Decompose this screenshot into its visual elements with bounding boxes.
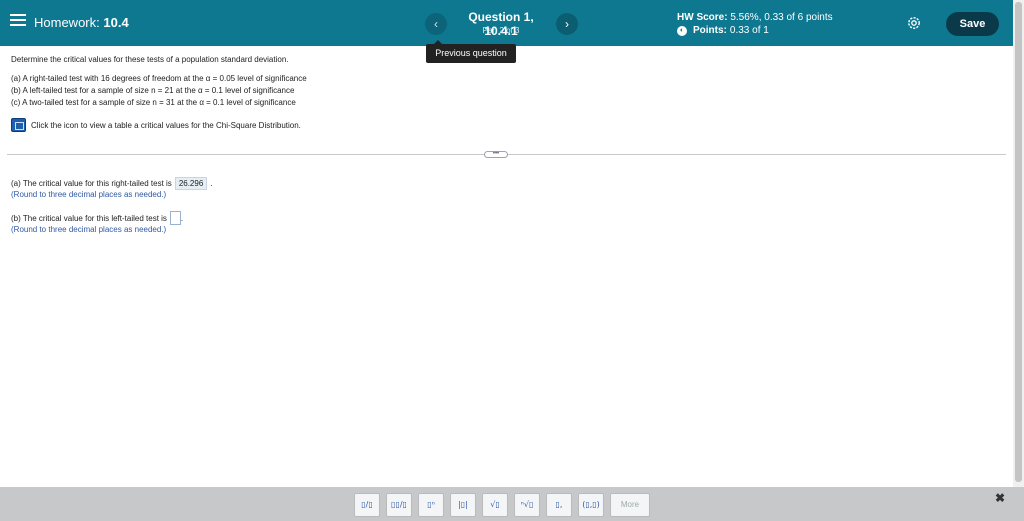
answer-a-text: (a) The critical value for this right-ta… bbox=[11, 179, 172, 188]
gear-icon[interactable] bbox=[906, 15, 922, 31]
score-value: 5.56%, 0.33 of 6 points bbox=[730, 12, 833, 23]
homework-number: 10.4 bbox=[103, 15, 129, 30]
question-part: Part 2 of 3 bbox=[482, 26, 520, 35]
partial-credit-icon: ◐ bbox=[677, 25, 687, 36]
answer-a: (a) The critical value for this right-ta… bbox=[11, 177, 213, 190]
previous-question-tooltip: Previous question bbox=[426, 40, 516, 63]
more-button[interactable]: More bbox=[610, 493, 650, 517]
save-button[interactable]: Save bbox=[946, 12, 999, 36]
nth-root-button[interactable]: ⁿ√▯ bbox=[514, 493, 540, 517]
points-label: Points: bbox=[693, 25, 727, 36]
table-icon[interactable] bbox=[11, 118, 26, 132]
answer-b-text: (b) The critical value for this left-tai… bbox=[11, 213, 167, 223]
homework-title: Homework: 10.4 bbox=[34, 15, 129, 30]
ordered-pair-button[interactable]: (▯,▯) bbox=[578, 493, 604, 517]
expand-handle[interactable]: ••• bbox=[484, 151, 508, 158]
answer-b-hint: (Round to three decimal places as needed… bbox=[11, 225, 167, 234]
chi-square-table-link[interactable]: Click the icon to view a table a critica… bbox=[11, 118, 301, 132]
mixed-number-button[interactable]: ▯▯/▯ bbox=[386, 493, 412, 517]
app-root: Homework: 10.4 ‹ Question 1, 10.4.1 Part… bbox=[0, 0, 1024, 521]
homework-label: Homework: bbox=[34, 15, 100, 30]
hw-score: HW Score: 5.56%, 0.33 of 6 points bbox=[677, 12, 833, 23]
decimal-button[interactable]: ▯, bbox=[546, 493, 572, 517]
answer-b-end: . bbox=[180, 213, 184, 223]
question-part-b: (b) A left-tailed test for a sample of s… bbox=[11, 86, 295, 95]
question-part-c: (c) A two-tailed test for a sample of si… bbox=[11, 98, 296, 107]
table-link-text: Click the icon to view a table a critica… bbox=[31, 120, 301, 130]
answer-a-end: . bbox=[210, 179, 213, 188]
question-prompt: Determine the critical values for these … bbox=[11, 55, 289, 64]
answer-b-input[interactable] bbox=[169, 211, 181, 225]
scrollbar-thumb[interactable] bbox=[1015, 2, 1022, 482]
score-label: HW Score: bbox=[677, 12, 728, 23]
square-root-button[interactable]: √▯ bbox=[482, 493, 508, 517]
answer-a-value[interactable]: 26.296 bbox=[174, 177, 208, 190]
next-question-button[interactable]: › bbox=[556, 13, 578, 35]
exponent-button[interactable]: ▯ⁿ bbox=[418, 493, 444, 517]
close-icon[interactable]: ✖ bbox=[995, 491, 1005, 505]
hw-points: ◐ Points: 0.33 of 1 bbox=[677, 25, 769, 36]
points-value: 0.33 of 1 bbox=[729, 25, 769, 36]
absolute-value-button[interactable]: |▯| bbox=[450, 493, 476, 517]
top-header: Homework: 10.4 ‹ Question 1, 10.4.1 Part… bbox=[0, 0, 1013, 46]
answer-a-hint: (Round to three decimal places as needed… bbox=[11, 190, 167, 199]
fraction-button[interactable]: ▯/▯ bbox=[354, 493, 380, 517]
math-toolbar bbox=[0, 487, 1024, 521]
hamburger-menu-icon[interactable] bbox=[10, 14, 26, 28]
answer-b: (b) The critical value for this left-tai… bbox=[11, 211, 183, 225]
question-part-a: (a) A right-tailed test with 16 degrees … bbox=[11, 74, 307, 83]
previous-question-button[interactable]: ‹ bbox=[425, 13, 447, 35]
